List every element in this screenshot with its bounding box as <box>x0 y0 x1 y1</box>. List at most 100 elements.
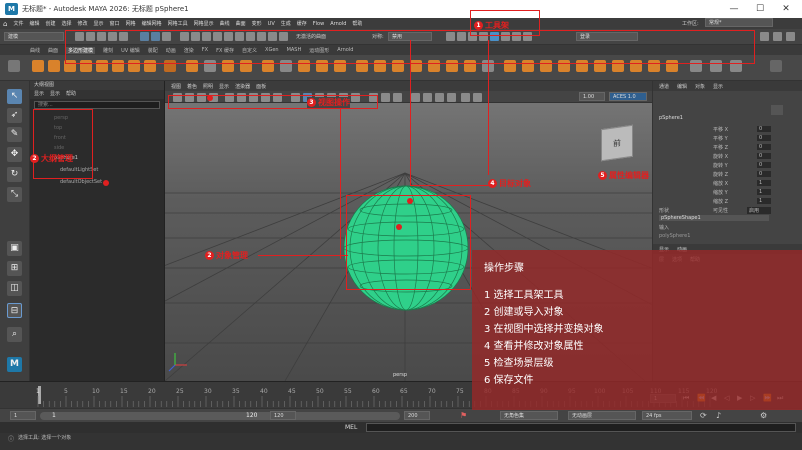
anim-layer-dropdown[interactable]: 无动画层 <box>568 411 636 420</box>
backface-culling-icon[interactable] <box>447 93 456 102</box>
character-set-dropdown[interactable]: 无角色集 <box>500 411 558 420</box>
menu-edit-mesh[interactable]: 编辑网格 <box>142 20 162 27</box>
vp-menu-shading[interactable]: 着色 <box>187 83 197 90</box>
gamma-icon[interactable] <box>473 93 482 102</box>
menu-curves[interactable]: 曲线 <box>220 20 230 27</box>
cb-tab-edit[interactable]: 编辑 <box>677 83 687 90</box>
shelf-tab-curves[interactable]: 曲线 <box>30 47 40 54</box>
workspace-dropdown[interactable]: 常规* <box>705 18 773 27</box>
scale-tool-icon[interactable]: ⤡ <box>7 187 22 202</box>
channel-value[interactable]: 0 <box>757 162 771 168</box>
depth-of-field-icon[interactable] <box>393 93 402 102</box>
vp-menu-renderer[interactable]: 渲染器 <box>235 83 250 90</box>
command-input[interactable] <box>366 423 796 432</box>
range-end-field[interactable]: 120 <box>270 411 296 420</box>
menu-modify[interactable]: 修改 <box>78 20 88 27</box>
channel-value[interactable]: 0 <box>757 144 771 150</box>
menu-uv[interactable]: UV <box>268 21 275 27</box>
menu-windows[interactable]: 窗口 <box>110 20 120 27</box>
outliner-search-input[interactable]: 搜索... <box>34 101 160 109</box>
cb-input-name[interactable]: polySphere1 <box>659 233 690 239</box>
maya-home-icon[interactable]: M <box>7 357 22 372</box>
range-start-field[interactable]: 1 <box>10 411 36 420</box>
poly-cube-icon[interactable] <box>48 60 60 72</box>
menu-select[interactable]: 选择 <box>62 20 72 27</box>
fps-dropdown[interactable]: 24 fps <box>642 411 692 420</box>
move-tool-icon[interactable]: ✥ <box>7 147 22 162</box>
colorspace-dropdown[interactable]: ACES 1.0 <box>609 92 647 101</box>
menu-display[interactable]: 显示 <box>94 20 104 27</box>
menu-cache[interactable]: 缓存 <box>297 20 307 27</box>
vp-menu-lighting[interactable]: 照明 <box>203 83 213 90</box>
close-button[interactable]: ✕ <box>774 2 798 16</box>
loop-icon[interactable]: ⟳ <box>700 411 707 420</box>
menu-file[interactable]: 文件 <box>13 20 23 27</box>
menu-arnold[interactable]: Arnold <box>330 21 346 27</box>
anim-prefs-icon[interactable]: ⚙ <box>760 411 767 420</box>
auto-key-icon[interactable]: ⚑ <box>460 411 467 420</box>
menu-mesh[interactable]: 网格 <box>126 20 136 27</box>
menu-generate[interactable]: 生成 <box>281 20 291 27</box>
gear-icon[interactable] <box>760 32 769 41</box>
channel-box-toggle-icon[interactable] <box>771 105 783 115</box>
channel-value[interactable]: 0 <box>757 135 771 141</box>
sound-icon[interactable]: ♪ <box>716 411 721 420</box>
two-pane-icon[interactable]: ◫ <box>7 281 22 296</box>
channel-value[interactable]: 1 <box>757 180 771 186</box>
view-cube[interactable]: 前 <box>601 124 633 162</box>
gamma-field[interactable]: 1.00 <box>579 92 605 101</box>
show-ui-icon[interactable] <box>773 32 782 41</box>
cb-tab-object[interactable]: 对象 <box>695 83 705 90</box>
channel-value[interactable]: 0 <box>757 153 771 159</box>
menu-surfaces[interactable]: 曲面 <box>236 20 246 27</box>
menu-edit[interactable]: 编辑 <box>29 20 39 27</box>
channel-value[interactable]: 启用 <box>747 207 771 214</box>
channel-value[interactable]: 1 <box>757 198 771 204</box>
shelf-scroll-icon[interactable] <box>770 60 782 72</box>
anti-aliasing-icon[interactable] <box>381 93 390 102</box>
cb-tab-show[interactable]: 显示 <box>713 83 723 90</box>
animation-end-field[interactable]: 200 <box>404 411 430 420</box>
poly-sphere-icon[interactable] <box>32 60 44 72</box>
outliner-layout-icon[interactable]: ⊟ <box>7 303 22 318</box>
outliner-menu-display[interactable]: 显示 <box>34 90 44 99</box>
search-icon[interactable]: ⌕ <box>7 327 22 342</box>
isolate-select-icon[interactable] <box>411 93 420 102</box>
outliner-menu-help[interactable]: 帮助 <box>66 90 76 99</box>
menu-help[interactable]: 帮助 <box>352 20 362 27</box>
channel-value[interactable]: 1 <box>757 189 771 195</box>
paint-select-icon[interactable]: ✎ <box>7 127 22 142</box>
range-slider[interactable] <box>40 412 400 420</box>
panel-layout-icon[interactable] <box>786 32 795 41</box>
maximize-button[interactable]: ☐ <box>748 2 772 16</box>
menu-mesh-display[interactable]: 网格显示 <box>194 20 214 27</box>
vp-menu-view[interactable]: 视图 <box>171 83 181 90</box>
outliner-menu-show[interactable]: 显示 <box>50 90 60 99</box>
mode-selector[interactable]: 建模 <box>4 32 64 41</box>
shelf-tab-surfaces[interactable]: 曲面 <box>48 47 58 54</box>
home-icon[interactable]: ⌂ <box>3 20 7 28</box>
cb-tab-channels[interactable]: 通道 <box>659 83 669 90</box>
single-pane-icon[interactable]: ▣ <box>7 241 22 256</box>
command-language-label[interactable]: MEL <box>345 424 357 431</box>
select-tool-icon[interactable]: ↖ <box>7 89 22 104</box>
exposure-icon[interactable] <box>461 93 470 102</box>
channel-value[interactable]: 0 <box>757 126 771 132</box>
shelf-settings-icon[interactable] <box>8 60 20 72</box>
vp-menu-show[interactable]: 显示 <box>219 83 229 90</box>
menu-flow[interactable]: Flow <box>313 21 324 27</box>
xray-icon[interactable] <box>423 93 432 102</box>
xray-joints-icon[interactable] <box>435 93 444 102</box>
lasso-tool-icon[interactable]: ➶ <box>7 108 22 123</box>
vp-menu-panels[interactable]: 面板 <box>256 83 266 90</box>
cb-shape-name[interactable]: pSphereShape1 <box>659 215 769 221</box>
channel-value[interactable]: 0 <box>757 171 771 177</box>
outliner-item-default-object-set[interactable]: defaultObjectSet <box>60 179 102 185</box>
workspace-label: 工作区: <box>682 21 699 27</box>
minimize-button[interactable]: — <box>722 2 746 16</box>
menu-deform[interactable]: 变形 <box>252 20 262 27</box>
four-pane-icon[interactable]: ⊞ <box>7 261 22 276</box>
rotate-tool-icon[interactable]: ↻ <box>7 167 22 182</box>
menu-create[interactable]: 创建 <box>45 20 55 27</box>
menu-mesh-tools[interactable]: 网格工具 <box>168 20 188 27</box>
